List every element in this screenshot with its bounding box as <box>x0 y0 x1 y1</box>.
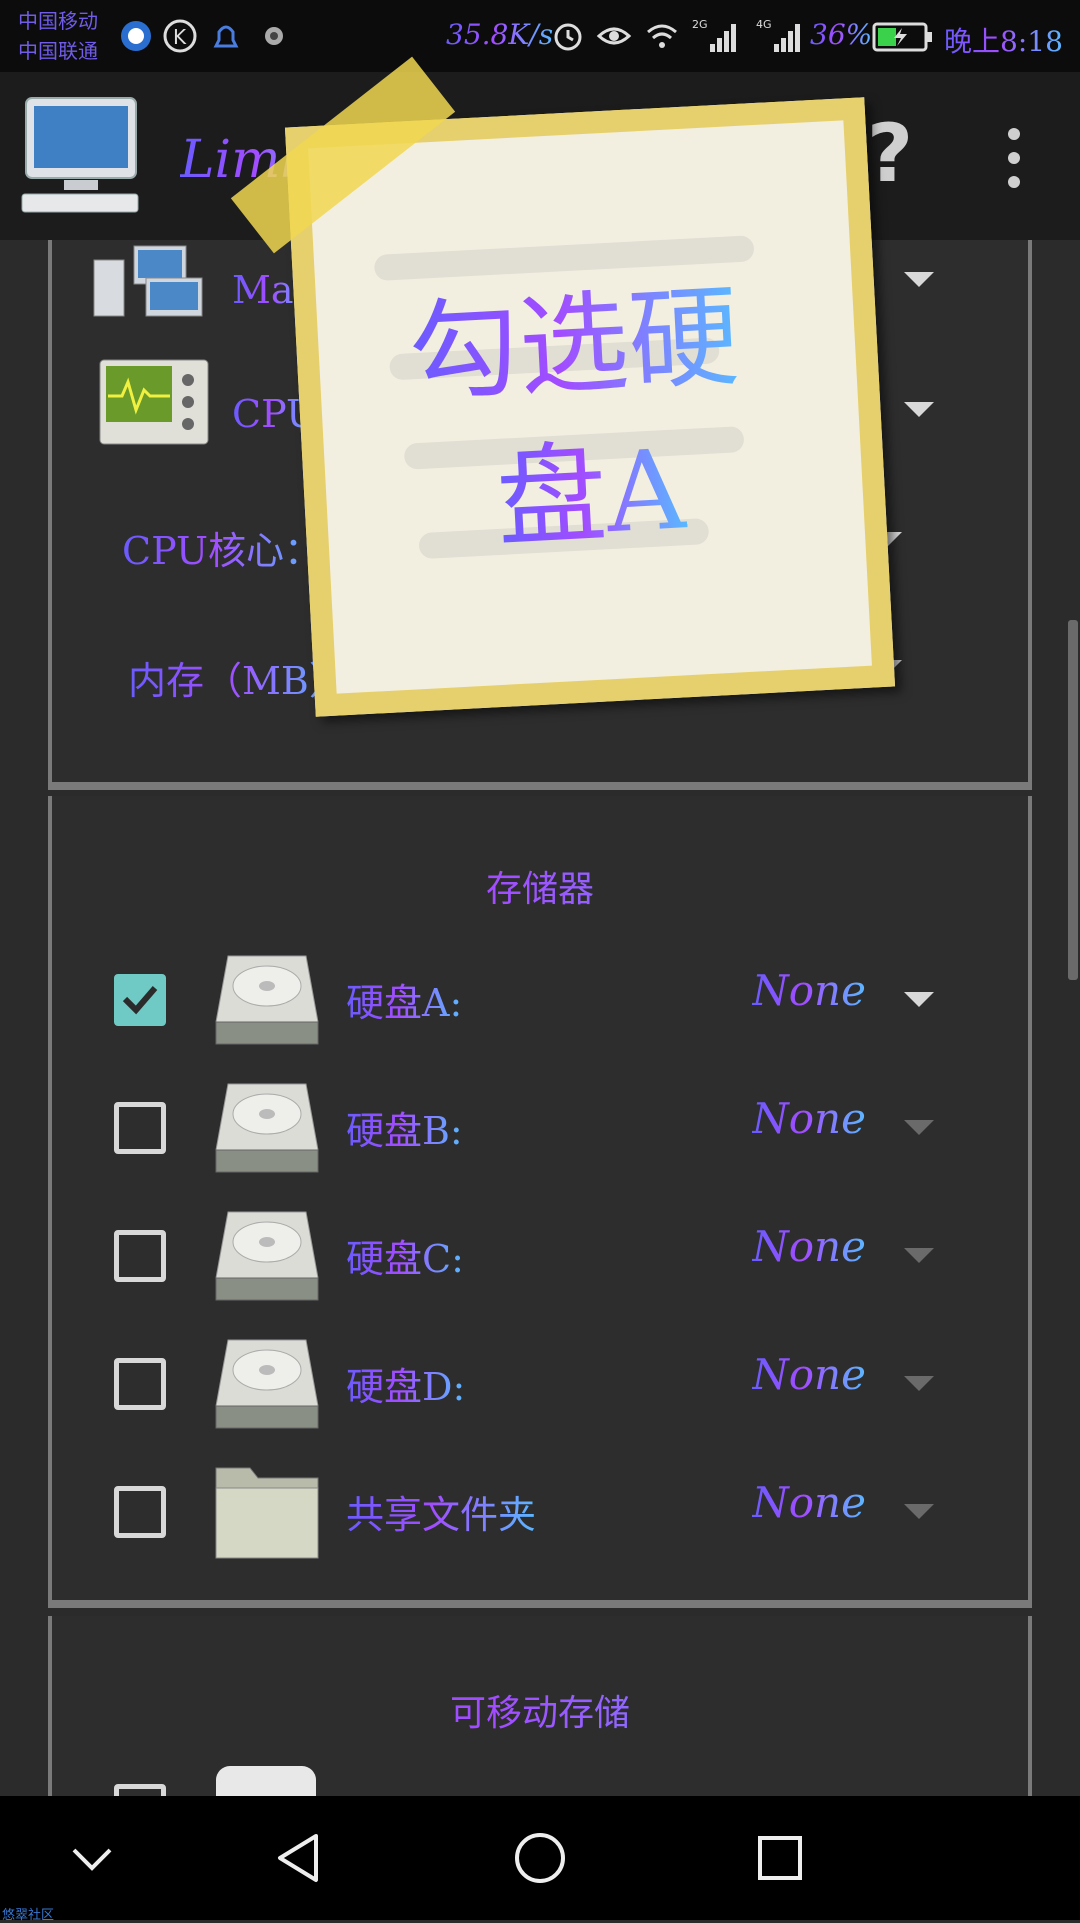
help-button[interactable]: ? <box>862 114 918 194</box>
hard-disk-c-checkbox[interactable] <box>114 1230 166 1282</box>
menu-dot-icon <box>1008 128 1020 140</box>
hard-disk-icon <box>215 1083 319 1173</box>
notification-bell-icon <box>213 25 239 48</box>
hard-disk-b-checkbox[interactable] <box>114 1102 166 1154</box>
hard-disk-d-row: 硬盘D: None <box>52 1318 1028 1446</box>
hide-keyboard-chevron-icon[interactable] <box>60 1826 124 1890</box>
hard-disk-b-value[interactable]: None <box>752 1094 866 1143</box>
note-text-line-1: 勾选硬 <box>405 272 742 418</box>
hard-disk-d-value[interactable]: None <box>752 1350 866 1399</box>
note-text-line-2: 盘A <box>493 425 690 563</box>
recents-button-icon[interactable] <box>748 1826 812 1890</box>
checkmark-icon <box>122 986 158 1015</box>
dropdown-arrow-icon[interactable] <box>904 1504 934 1519</box>
battery-percent: 36% <box>810 18 873 51</box>
shared-folder-label: 共享文件夹 <box>346 1484 536 1539</box>
hard-disk-b-label: 硬盘B: <box>346 1100 463 1155</box>
dropdown-arrow-icon[interactable] <box>904 1120 934 1135</box>
note-paper: 勾选硬 盘A <box>284 97 896 717</box>
alarm-icon <box>554 23 582 51</box>
shared-folder-value[interactable]: None <box>752 1478 866 1527</box>
back-button-icon[interactable] <box>268 1826 332 1890</box>
browser-icon <box>121 21 151 51</box>
dropdown-arrow-icon[interactable] <box>904 1248 934 1263</box>
carrier-2: 中国联通 <box>18 39 98 63</box>
hard-disk-a-row: 硬盘A: None <box>52 934 1028 1062</box>
hard-disk-a-checkbox[interactable] <box>114 974 166 1026</box>
removable-storage-panel: 可移动存储 <box>48 1616 1032 1836</box>
home-button-icon[interactable] <box>508 1826 572 1890</box>
app-small-icon <box>265 27 283 45</box>
watermark: 悠翠社区 <box>2 1908 55 1923</box>
dropdown-arrow-icon[interactable] <box>904 1376 934 1391</box>
eye-icon <box>596 27 632 45</box>
dropdown-arrow-icon[interactable] <box>904 402 934 417</box>
storage-panel: 存储器 硬盘A: None 硬盘B: None 硬盘C: None 硬盘D: N… <box>48 796 1032 1608</box>
k-app-icon: K <box>163 19 197 53</box>
navigation-bar <box>0 1796 1080 1920</box>
hard-disk-a-label: 硬盘A: <box>346 972 462 1027</box>
computer-monitor-icon <box>21 97 139 213</box>
shared-folder-checkbox[interactable] <box>114 1486 166 1538</box>
cpu-monitor-icon <box>99 359 209 445</box>
hard-disk-icon <box>215 955 319 1045</box>
cpu-cores-label: CPU核心： <box>122 520 322 575</box>
sticky-note-annotation: 勾选硬 盘A <box>284 97 896 717</box>
wifi-icon <box>647 24 677 48</box>
menu-dot-icon <box>1008 176 1020 188</box>
menu-dot-icon <box>1008 152 1020 164</box>
hard-disk-b-row: 硬盘B: None <box>52 1062 1028 1190</box>
hard-disk-d-label: 硬盘D: <box>346 1356 465 1411</box>
removable-section-title: 可移动存储 <box>52 1684 1028 1736</box>
folder-icon <box>215 1467 319 1559</box>
scrollbar[interactable] <box>1068 620 1078 980</box>
network-speed: 35.8K/s <box>446 18 554 51</box>
hard-disk-c-label: 硬盘C: <box>346 1228 464 1283</box>
svg-text:4G: 4G <box>756 18 772 31</box>
overflow-menu-button[interactable] <box>992 126 1036 190</box>
hard-disk-d-checkbox[interactable] <box>114 1358 166 1410</box>
shared-folder-row: 共享文件夹 None <box>52 1446 1028 1574</box>
status-bar: 中国移动 中国联通 K 35.8K/s 2G 4G 36% 晚上8:18 <box>0 0 1080 72</box>
svg-text:K: K <box>173 25 187 49</box>
signal-4g-icon: 4G <box>756 18 800 52</box>
hard-disk-a-value[interactable]: None <box>752 966 866 1015</box>
network-computers-icon <box>93 245 203 317</box>
clock: 晚上8:18 <box>944 20 1063 60</box>
svg-text:2G: 2G <box>692 18 708 31</box>
dropdown-arrow-icon[interactable] <box>904 992 934 1007</box>
hard-disk-c-row: 硬盘C: None <box>52 1190 1028 1318</box>
hard-disk-icon <box>215 1339 319 1429</box>
hard-disk-icon <box>215 1211 319 1301</box>
hard-disk-c-value[interactable]: None <box>752 1222 866 1271</box>
battery-charging-icon <box>872 22 932 52</box>
signal-2g-icon: 2G <box>692 18 736 52</box>
dropdown-arrow-icon[interactable] <box>904 272 934 287</box>
storage-section-title: 存储器 <box>52 860 1028 912</box>
carrier-1: 中国移动 <box>18 9 98 33</box>
